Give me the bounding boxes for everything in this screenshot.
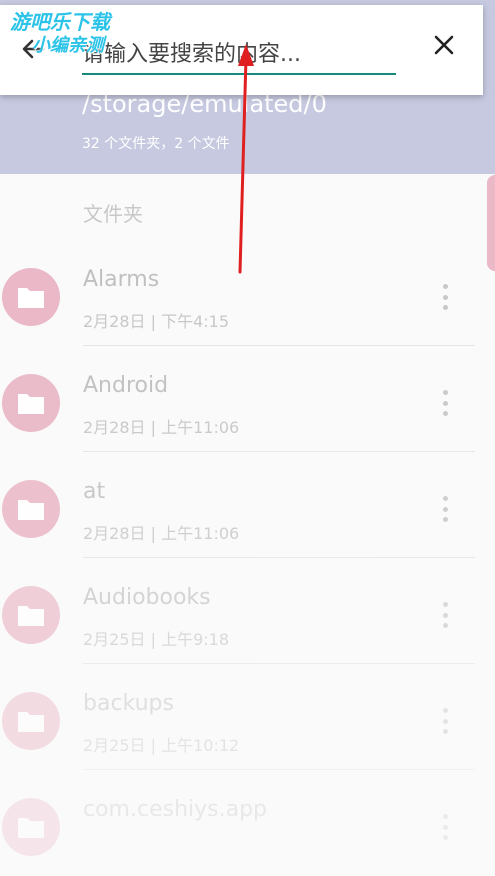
- more-options-icon[interactable]: [438, 496, 452, 522]
- folder-name: at: [83, 479, 106, 504]
- more-options-icon[interactable]: [438, 284, 452, 310]
- watermark-logo: 游吧乐下载 小编亲测: [10, 10, 145, 58]
- list-item[interactable]: Alarms 2月28日 | 下午4:15: [0, 240, 495, 346]
- folder-file-count: 32 个文件夹，2 个文件: [82, 136, 230, 152]
- folder-icon: [2, 374, 60, 432]
- list-item[interactable]: at 2月28日 | 上午11:06: [0, 452, 495, 558]
- folder-icon: [2, 586, 60, 644]
- more-options-icon[interactable]: [438, 602, 452, 628]
- list-item[interactable]: Android 2月28日 | 上午11:06: [0, 346, 495, 452]
- folder-name: Audiobooks: [83, 585, 211, 610]
- folder-date: 2月28日 | 上午11:06: [83, 418, 240, 437]
- list-item[interactable]: com.ceshiys.app: [0, 770, 495, 876]
- folder-icon: [2, 268, 60, 326]
- list-item[interactable]: backups 2月25日 | 上午10:12: [0, 664, 495, 770]
- more-options-icon[interactable]: [438, 814, 452, 840]
- folder-name: Alarms: [83, 267, 160, 292]
- watermark-line-2: 小编亲测: [32, 35, 104, 56]
- more-options-icon[interactable]: [438, 708, 452, 734]
- folder-date: 2月28日 | 上午11:06: [83, 524, 240, 543]
- folder-date: 2月28日 | 下午4:15: [83, 312, 230, 331]
- folder-name: backups: [83, 691, 174, 716]
- list-item[interactable]: Audiobooks 2月25日 | 上午9:18: [0, 558, 495, 664]
- folder-icon: [2, 480, 60, 538]
- section-title-folders: 文件夹: [83, 202, 143, 226]
- watermark-line-1: 游吧乐下载: [10, 10, 110, 34]
- folder-name: com.ceshiys.app: [83, 797, 268, 822]
- folder-list: Alarms 2月28日 | 下午4:15 Android 2月28日 | 上午…: [0, 240, 495, 876]
- folder-date: 2月25日 | 上午10:12: [83, 736, 240, 755]
- folder-name: Android: [83, 373, 169, 398]
- folder-date: 2月25日 | 上午9:18: [83, 630, 230, 649]
- folder-icon: [2, 798, 60, 856]
- close-icon[interactable]: [430, 33, 458, 61]
- folder-icon: [2, 692, 60, 750]
- more-options-icon[interactable]: [438, 390, 452, 416]
